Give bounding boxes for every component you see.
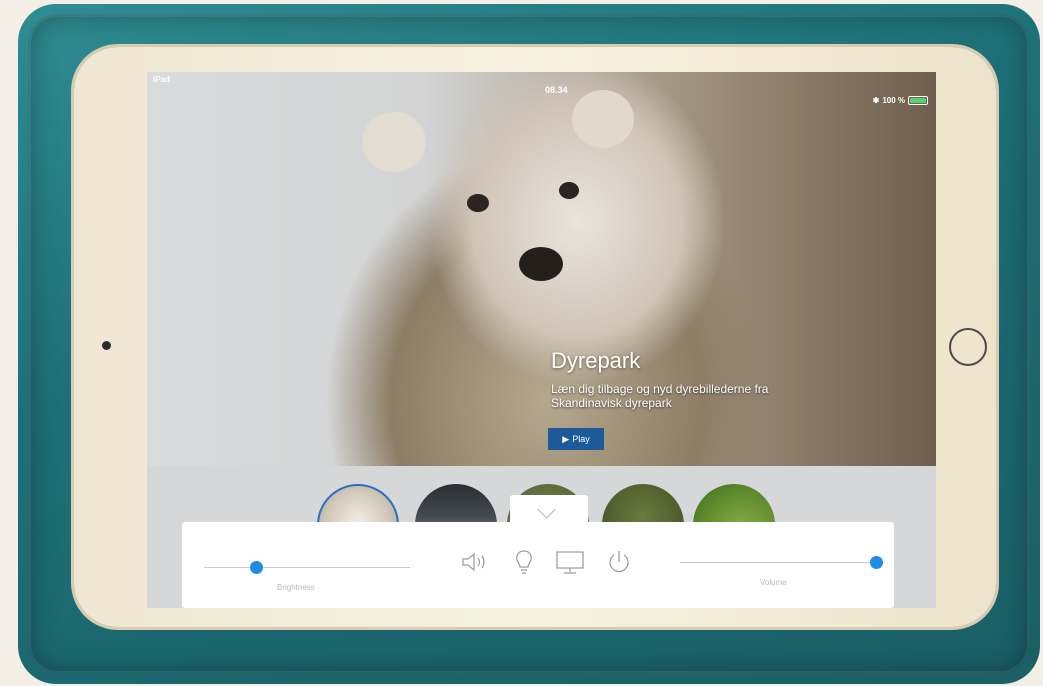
play-button[interactable]: ▶ Play	[548, 428, 604, 450]
control-panel: Brightness Volume	[182, 522, 894, 608]
chevron-down-icon	[537, 500, 556, 519]
volume-label: Volume	[760, 578, 787, 587]
bear-eye-left	[467, 194, 489, 212]
brightness-label: Brightness	[277, 583, 315, 592]
status-right: ✱ 100 %	[873, 96, 928, 105]
play-label: Play	[572, 434, 590, 444]
volume-slider-knob[interactable]	[870, 556, 883, 569]
play-icon: ▶	[562, 433, 570, 444]
bear-eye-right	[559, 182, 579, 199]
hero-title: Dyrepark	[551, 348, 641, 373]
lightbulb-icon[interactable]	[513, 549, 535, 575]
status-time: 08.34	[545, 85, 568, 95]
brightness-slider-knob[interactable]	[249, 561, 263, 574]
bluetooth-icon: ✱	[872, 96, 880, 105]
bear-nose	[519, 247, 563, 281]
volume-slider[interactable]	[680, 562, 876, 563]
speaker-icon[interactable]	[460, 551, 496, 573]
hero-subtitle: Læn dig tilbage og nyd dyrebillederne fr…	[551, 382, 769, 410]
tablet-screen: iPad 08.34 ✱ 100 % Dyrepark Læn dig tilb…	[147, 72, 936, 608]
battery-icon	[908, 96, 928, 105]
power-icon[interactable]	[606, 549, 632, 575]
bear-ear-left	[362, 112, 426, 172]
collapse-tab[interactable]	[510, 495, 588, 525]
camera-icon	[102, 341, 111, 350]
battery-percent: 100 %	[882, 96, 905, 105]
bear-ear-right	[572, 90, 634, 148]
status-device-label: iPad	[153, 75, 170, 84]
home-button[interactable]	[949, 328, 987, 366]
brightness-slider[interactable]	[204, 567, 410, 568]
monitor-icon[interactable]	[555, 549, 585, 575]
